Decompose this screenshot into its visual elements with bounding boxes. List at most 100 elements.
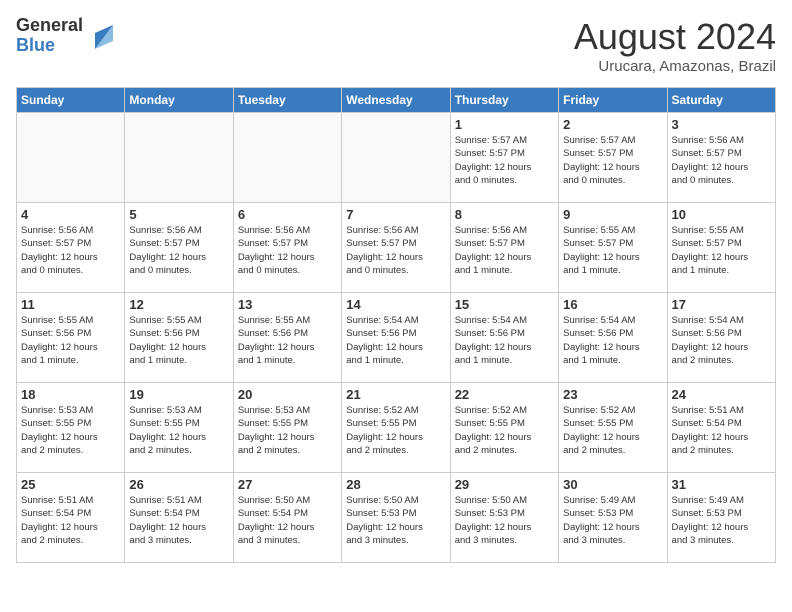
calendar-table: SundayMondayTuesdayWednesdayThursdayFrid… bbox=[16, 87, 776, 563]
calendar-cell: 22Sunrise: 5:52 AM Sunset: 5:55 PM Dayli… bbox=[450, 383, 558, 473]
calendar-week-row: 1 Sunrise: 5:57 AM Sunset: 5:57 PM Daylig… bbox=[17, 113, 776, 203]
calendar-cell: 25 Sunrise: 5:51 AM Sunset: 5:54 PM Dayli… bbox=[17, 473, 125, 563]
day-info: Sunrise: 5:55 AM Sunset: 5:56 PM Dayligh… bbox=[129, 314, 228, 367]
calendar-cell bbox=[233, 113, 341, 203]
day-info: Sunrise: 5:56 AM Sunset: 5:57 PM Dayligh… bbox=[455, 224, 554, 277]
day-info: Sunrise: 5:56 AM Sunset: 5:57 PM Dayligh… bbox=[129, 224, 228, 277]
day-number: 9 bbox=[563, 207, 662, 222]
day-number: 30 bbox=[563, 477, 662, 492]
day-number: 20 bbox=[238, 387, 337, 402]
calendar-cell: 11 Sunrise: 5:55 AM Sunset: 5:56 PM Dayli… bbox=[17, 293, 125, 383]
calendar-cell: 13 Sunrise: 5:55 AM Sunset: 5:56 PM Dayli… bbox=[233, 293, 341, 383]
day-number: 5 bbox=[129, 207, 228, 222]
calendar-cell: 3Sunrise: 5:56 AM Sunset: 5:57 PM Daylig… bbox=[667, 113, 775, 203]
day-number: 27 bbox=[238, 477, 337, 492]
day-info: Sunrise: 5:51 AM Sunset: 5:54 PM Dayligh… bbox=[672, 404, 771, 457]
calendar-cell bbox=[17, 113, 125, 203]
logo: General Blue bbox=[16, 16, 115, 56]
calendar-cell: 26Sunrise: 5:51 AM Sunset: 5:54 PM Dayli… bbox=[125, 473, 233, 563]
day-number: 11 bbox=[21, 297, 120, 312]
day-number: 12 bbox=[129, 297, 228, 312]
calendar-cell: 10Sunrise: 5:55 AM Sunset: 5:57 PM Dayli… bbox=[667, 203, 775, 293]
day-info: Sunrise: 5:55 AM Sunset: 5:57 PM Dayligh… bbox=[563, 224, 662, 277]
day-info: Sunrise: 5:54 AM Sunset: 5:56 PM Dayligh… bbox=[563, 314, 662, 367]
day-number: 23 bbox=[563, 387, 662, 402]
logo-general-text: General bbox=[16, 16, 83, 36]
calendar-cell: 8 Sunrise: 5:56 AM Sunset: 5:57 PM Daylig… bbox=[450, 203, 558, 293]
calendar-cell: 9 Sunrise: 5:55 AM Sunset: 5:57 PM Daylig… bbox=[559, 203, 667, 293]
calendar-cell: 31 Sunrise: 5:49 AM Sunset: 5:53 PM Dayli… bbox=[667, 473, 775, 563]
weekday-header-sunday: Sunday bbox=[17, 88, 125, 113]
day-number: 25 bbox=[21, 477, 120, 492]
day-number: 31 bbox=[672, 477, 771, 492]
title-block: August 2024 Urucara, Amazonas, Brazil bbox=[574, 16, 776, 75]
month-year-title: August 2024 bbox=[574, 16, 776, 58]
day-info: Sunrise: 5:53 AM Sunset: 5:55 PM Dayligh… bbox=[129, 404, 228, 457]
day-info: Sunrise: 5:53 AM Sunset: 5:55 PM Dayligh… bbox=[21, 404, 120, 457]
day-number: 18 bbox=[21, 387, 120, 402]
calendar-week-row: 25 Sunrise: 5:51 AM Sunset: 5:54 PM Dayli… bbox=[17, 473, 776, 563]
day-number: 28 bbox=[346, 477, 445, 492]
calendar-cell: 17 Sunrise: 5:54 AM Sunset: 5:56 PM Dayli… bbox=[667, 293, 775, 383]
day-number: 22 bbox=[455, 387, 554, 402]
calendar-cell: 12 Sunrise: 5:55 AM Sunset: 5:56 PM Dayli… bbox=[125, 293, 233, 383]
calendar-cell: 18 Sunrise: 5:53 AM Sunset: 5:55 PM Dayli… bbox=[17, 383, 125, 473]
day-number: 26 bbox=[129, 477, 228, 492]
day-info: Sunrise: 5:54 AM Sunset: 5:56 PM Dayligh… bbox=[346, 314, 445, 367]
day-info: Sunrise: 5:54 AM Sunset: 5:56 PM Dayligh… bbox=[455, 314, 554, 367]
calendar-cell: 19 Sunrise: 5:53 AM Sunset: 5:55 PM Dayli… bbox=[125, 383, 233, 473]
calendar-cell: 16 Sunrise: 5:54 AM Sunset: 5:56 PM Dayli… bbox=[559, 293, 667, 383]
calendar-cell: 21Sunrise: 5:52 AM Sunset: 5:55 PM Dayli… bbox=[342, 383, 450, 473]
day-info: Sunrise: 5:56 AM Sunset: 5:57 PM Dayligh… bbox=[238, 224, 337, 277]
day-number: 13 bbox=[238, 297, 337, 312]
day-number: 15 bbox=[455, 297, 554, 312]
calendar-cell: 28 Sunrise: 5:50 AM Sunset: 5:53 PM Dayli… bbox=[342, 473, 450, 563]
calendar-week-row: 11 Sunrise: 5:55 AM Sunset: 5:56 PM Dayli… bbox=[17, 293, 776, 383]
day-number: 7 bbox=[346, 207, 445, 222]
calendar-cell: 27Sunrise: 5:50 AM Sunset: 5:54 PM Dayli… bbox=[233, 473, 341, 563]
weekday-header-row: SundayMondayTuesdayWednesdayThursdayFrid… bbox=[17, 88, 776, 113]
day-number: 6 bbox=[238, 207, 337, 222]
weekday-header-monday: Monday bbox=[125, 88, 233, 113]
day-info: Sunrise: 5:50 AM Sunset: 5:53 PM Dayligh… bbox=[346, 494, 445, 547]
day-info: Sunrise: 5:55 AM Sunset: 5:56 PM Dayligh… bbox=[21, 314, 120, 367]
calendar-cell: 24 Sunrise: 5:51 AM Sunset: 5:54 PM Dayli… bbox=[667, 383, 775, 473]
day-info: Sunrise: 5:53 AM Sunset: 5:55 PM Dayligh… bbox=[238, 404, 337, 457]
calendar-cell: 23Sunrise: 5:52 AM Sunset: 5:55 PM Dayli… bbox=[559, 383, 667, 473]
day-number: 2 bbox=[563, 117, 662, 132]
calendar-cell bbox=[342, 113, 450, 203]
day-number: 16 bbox=[563, 297, 662, 312]
calendar-cell: 20 Sunrise: 5:53 AM Sunset: 5:55 PM Dayli… bbox=[233, 383, 341, 473]
day-info: Sunrise: 5:54 AM Sunset: 5:56 PM Dayligh… bbox=[672, 314, 771, 367]
day-info: Sunrise: 5:56 AM Sunset: 5:57 PM Dayligh… bbox=[21, 224, 120, 277]
calendar-cell: 30 Sunrise: 5:49 AM Sunset: 5:53 PM Dayli… bbox=[559, 473, 667, 563]
day-number: 19 bbox=[129, 387, 228, 402]
location-subtitle: Urucara, Amazonas, Brazil bbox=[574, 58, 776, 75]
weekday-header-thursday: Thursday bbox=[450, 88, 558, 113]
calendar-cell: 29Sunrise: 5:50 AM Sunset: 5:53 PM Dayli… bbox=[450, 473, 558, 563]
weekday-header-tuesday: Tuesday bbox=[233, 88, 341, 113]
calendar-week-row: 18 Sunrise: 5:53 AM Sunset: 5:55 PM Dayli… bbox=[17, 383, 776, 473]
day-number: 1 bbox=[455, 117, 554, 132]
day-info: Sunrise: 5:57 AM Sunset: 5:57 PM Dayligh… bbox=[455, 134, 554, 187]
day-number: 8 bbox=[455, 207, 554, 222]
calendar-cell: 1 Sunrise: 5:57 AM Sunset: 5:57 PM Daylig… bbox=[450, 113, 558, 203]
calendar-week-row: 4Sunrise: 5:56 AM Sunset: 5:57 PM Daylig… bbox=[17, 203, 776, 293]
day-info: Sunrise: 5:49 AM Sunset: 5:53 PM Dayligh… bbox=[563, 494, 662, 547]
page-header: General Blue August 2024 Urucara, Amazon… bbox=[16, 16, 776, 75]
calendar-cell: 15 Sunrise: 5:54 AM Sunset: 5:56 PM Dayli… bbox=[450, 293, 558, 383]
calendar-cell: 7Sunrise: 5:56 AM Sunset: 5:57 PM Daylig… bbox=[342, 203, 450, 293]
day-info: Sunrise: 5:51 AM Sunset: 5:54 PM Dayligh… bbox=[21, 494, 120, 547]
day-info: Sunrise: 5:52 AM Sunset: 5:55 PM Dayligh… bbox=[346, 404, 445, 457]
calendar-cell: 5 Sunrise: 5:56 AM Sunset: 5:57 PM Daylig… bbox=[125, 203, 233, 293]
calendar-cell: 6 Sunrise: 5:56 AM Sunset: 5:57 PM Daylig… bbox=[233, 203, 341, 293]
day-info: Sunrise: 5:49 AM Sunset: 5:53 PM Dayligh… bbox=[672, 494, 771, 547]
logo-icon bbox=[85, 21, 115, 51]
day-number: 24 bbox=[672, 387, 771, 402]
calendar-cell: 14Sunrise: 5:54 AM Sunset: 5:56 PM Dayli… bbox=[342, 293, 450, 383]
weekday-header-wednesday: Wednesday bbox=[342, 88, 450, 113]
day-number: 17 bbox=[672, 297, 771, 312]
day-number: 3 bbox=[672, 117, 771, 132]
weekday-header-saturday: Saturday bbox=[667, 88, 775, 113]
day-info: Sunrise: 5:55 AM Sunset: 5:56 PM Dayligh… bbox=[238, 314, 337, 367]
